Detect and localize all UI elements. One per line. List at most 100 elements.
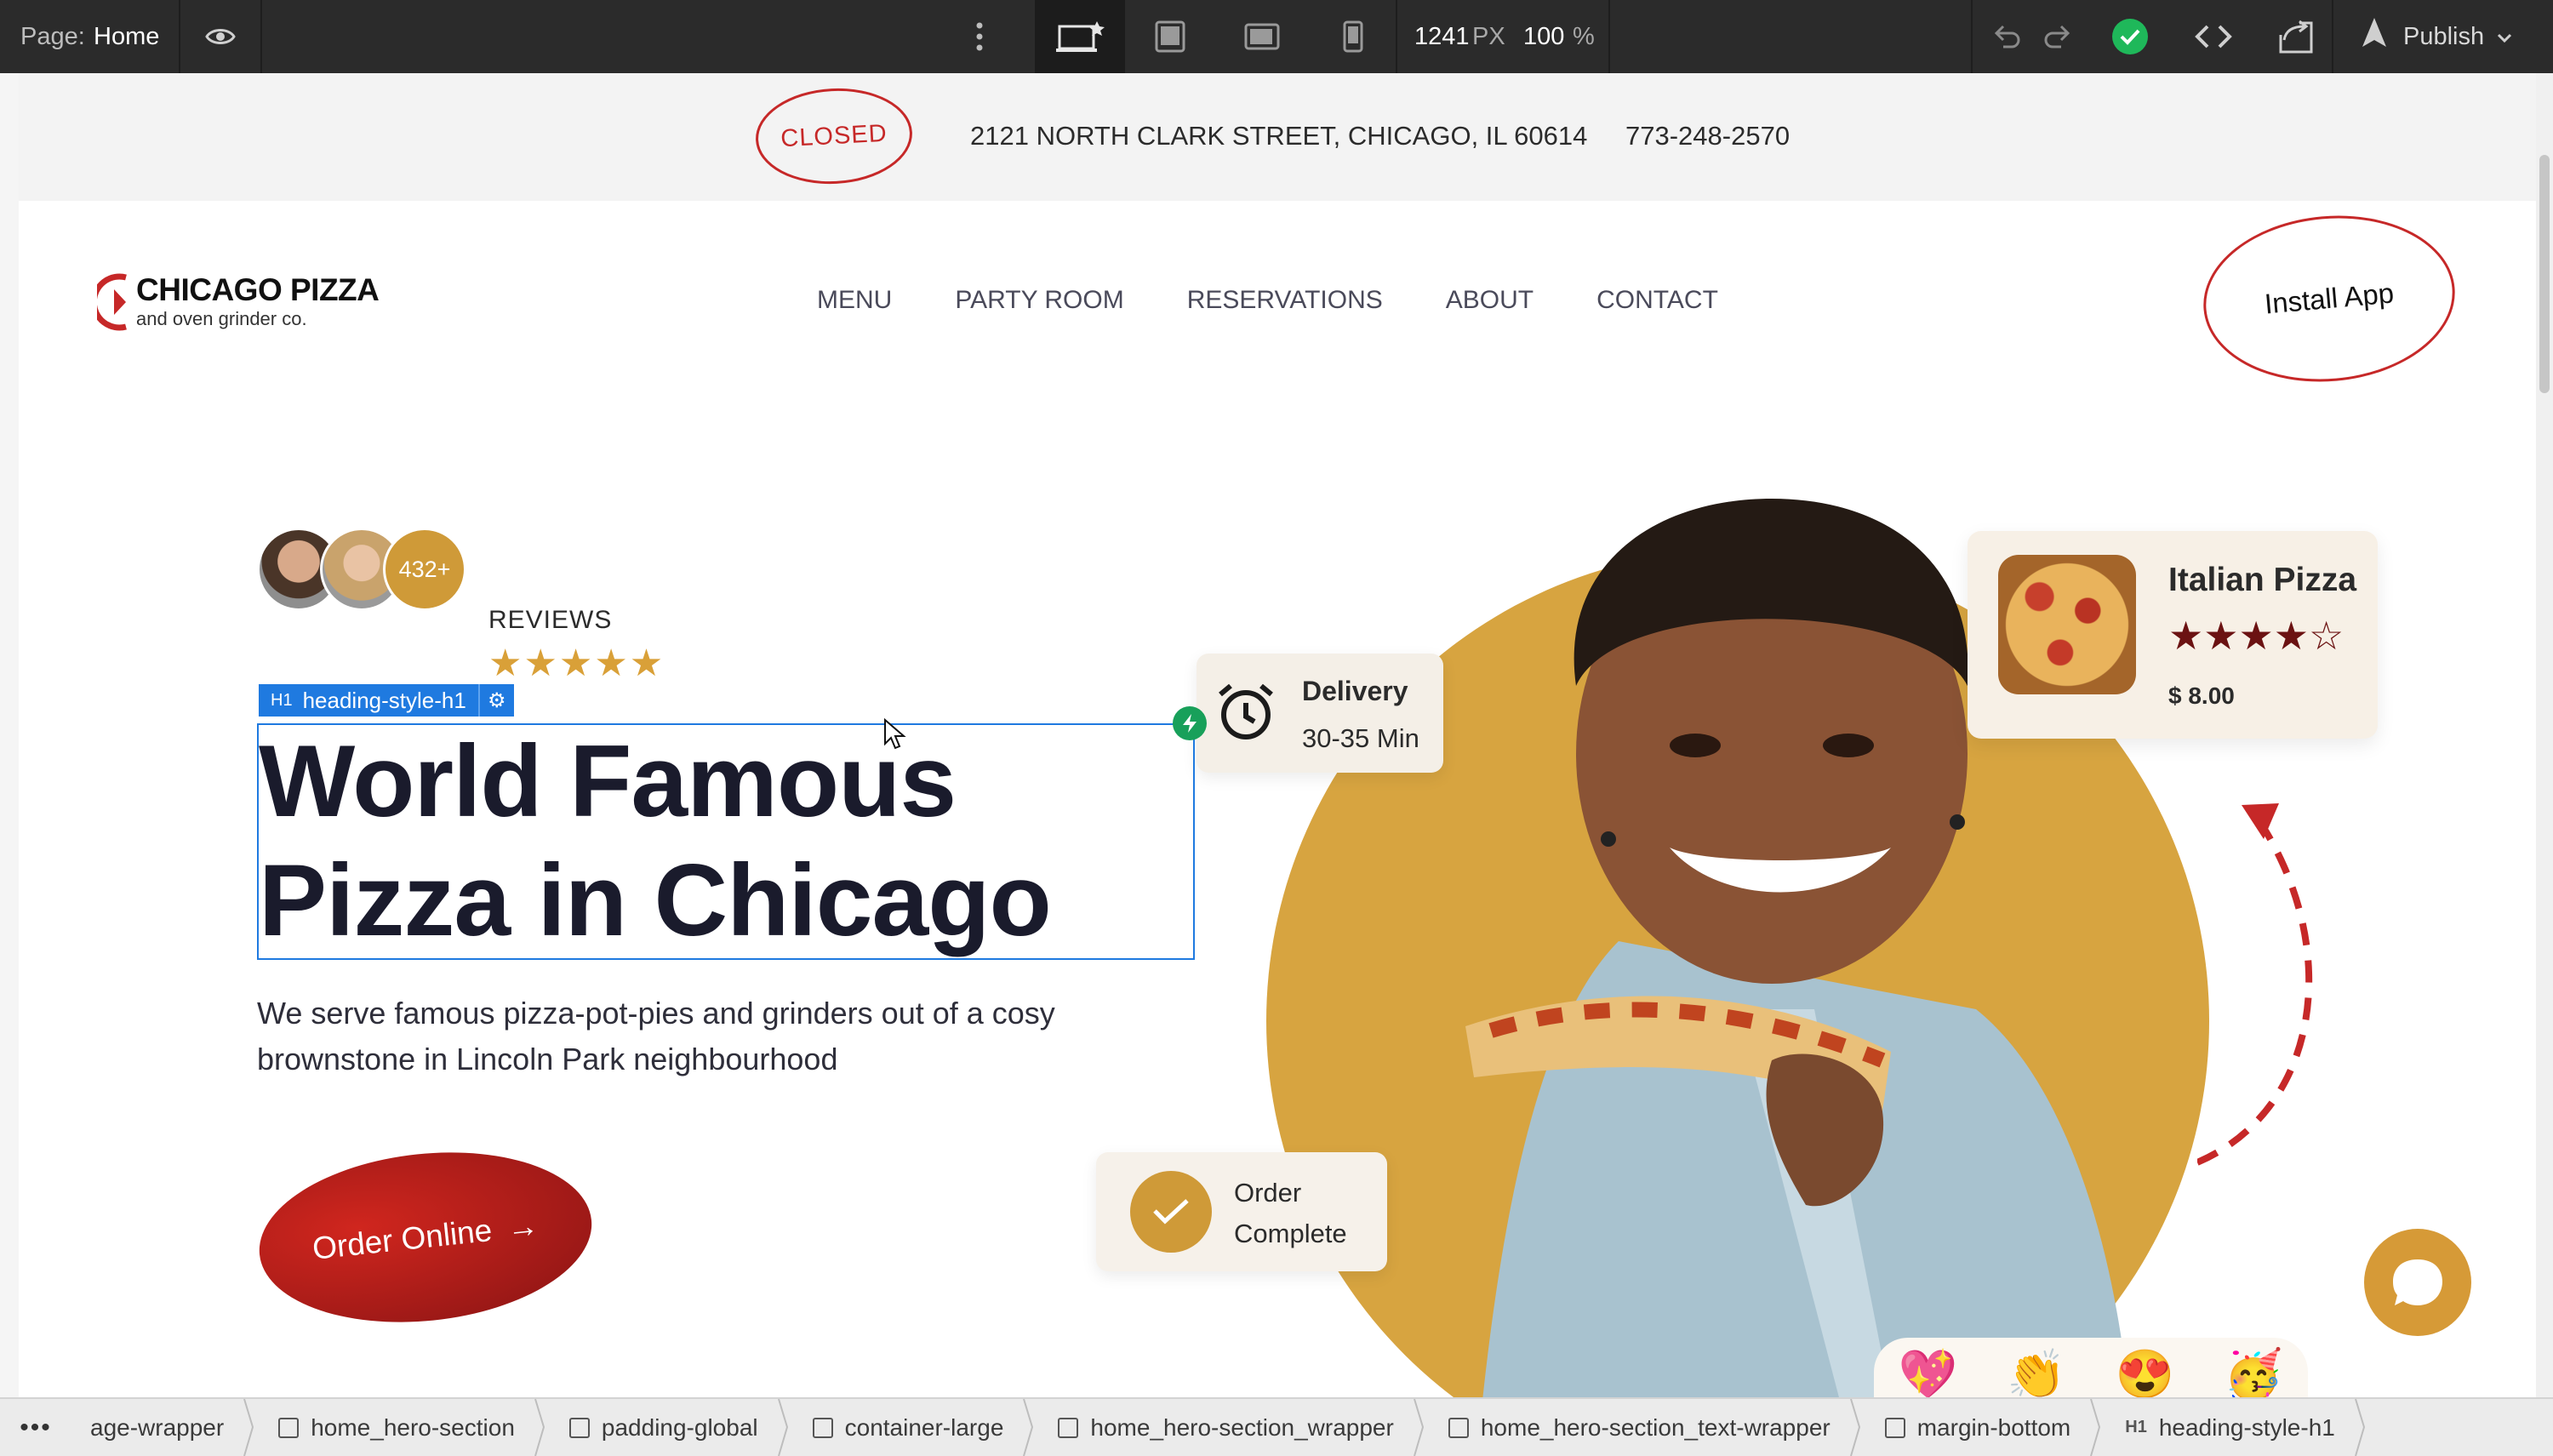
breadcrumb-item[interactable]: home_hero-section_text-wrapper	[1430, 1399, 1849, 1456]
publish-button[interactable]: Publish	[2357, 0, 2513, 73]
div-block-icon	[278, 1417, 300, 1438]
hero-heading-line-2: Pizza in Chicago	[259, 843, 1052, 957]
canvas-width-value[interactable]: 1241	[1414, 0, 1470, 73]
heart-reaction[interactable]: 💖	[1899, 1346, 1958, 1397]
eye-icon[interactable]	[201, 0, 240, 73]
toolbar-divider	[1396, 0, 1397, 73]
div-block-icon	[1058, 1417, 1079, 1438]
more-vertical-icon[interactable]	[975, 0, 984, 73]
breadcrumb-item[interactable]: home_hero-section	[260, 1399, 534, 1456]
selection-class-name: heading-style-h1	[302, 687, 466, 713]
export-icon[interactable]	[2277, 0, 2316, 73]
nav-about[interactable]: ABOUT	[1446, 286, 1534, 315]
editor-toolbar: Page: Home 1241 PX 100 % Publish	[0, 0, 2553, 73]
nav-menu[interactable]: MENU	[817, 286, 892, 315]
breadcrumb-item[interactable]: age-wrapper	[71, 1399, 243, 1456]
product-name: Italian Pizza	[2168, 562, 2357, 598]
nav-reservations[interactable]: RESERVATIONS	[1187, 286, 1383, 315]
canvas-width-unit: PX	[1472, 22, 1505, 50]
breadcrumb-item-current[interactable]: H1 heading-style-h1	[2106, 1399, 2354, 1456]
chevron-right-icon	[1413, 1399, 1430, 1456]
nav-party-room[interactable]: PARTY ROOM	[955, 286, 1123, 315]
div-block-icon	[1884, 1417, 1905, 1438]
chevron-down-icon	[2496, 23, 2513, 51]
canvas-scrollbar[interactable]	[2536, 73, 2553, 1397]
breadcrumb-label: heading-style-h1	[2158, 1413, 2335, 1441]
design-canvas[interactable]: CLOSED 2121 NORTH CLARK STREET, CHICAGO,…	[19, 73, 2536, 1397]
order-online-label: Order Online	[311, 1212, 494, 1266]
breadcrumb-label: age-wrapper	[90, 1413, 225, 1441]
nav-contact[interactable]: CONTACT	[1596, 286, 1718, 315]
hero-heading[interactable]: World Famous Pizza in Chicago	[259, 722, 1052, 960]
logo-tagline: and oven grinder co.	[136, 308, 307, 329]
breadcrumb-item[interactable]: margin-bottom	[1866, 1399, 2090, 1456]
breadcrumb-item[interactable]: padding-global	[551, 1399, 777, 1456]
toolbar-divider	[179, 0, 180, 73]
scrollbar-thumb[interactable]	[2539, 155, 2550, 393]
breadcrumb-item[interactable]: home_hero-section_wrapper	[1039, 1399, 1412, 1456]
breadcrumb-label: container-large	[844, 1413, 1004, 1441]
phone-link[interactable]: 773-248-2570	[1625, 121, 1790, 151]
product-card[interactable]: Italian Pizza ★★★★☆ $ 8.00	[1968, 531, 2378, 739]
dashed-arrow-icon	[2197, 803, 2313, 1166]
logo-name: CHICAGO PIZZA	[136, 272, 380, 307]
lightning-icon[interactable]	[1173, 706, 1207, 740]
div-block-icon	[568, 1417, 590, 1438]
arrow-right-icon: →	[505, 1208, 540, 1246]
site-logo[interactable]: CHICAGO PIZZA and oven grinder co.	[97, 269, 420, 337]
chevron-right-icon	[534, 1399, 551, 1456]
selection-chip[interactable]: H1 heading-style-h1 ⚙	[259, 684, 514, 717]
reaction-bar: 💖 👏 😍 🥳	[1874, 1338, 2308, 1397]
order-complete-card: Order Complete	[1096, 1152, 1387, 1271]
breadcrumb-item[interactable]: container-large	[794, 1399, 1023, 1456]
chevron-right-icon	[2089, 1399, 2106, 1456]
info-bar: CLOSED 2121 NORTH CLARK STREET, CHICAGO,…	[19, 73, 2536, 201]
breadcrumb-label: home_hero-section	[311, 1413, 515, 1441]
zoom-unit: %	[1573, 22, 1595, 50]
check-circle-icon[interactable]	[2110, 0, 2150, 73]
alarm-clock-icon	[1219, 683, 1273, 739]
install-app-button[interactable]: Install App	[2196, 205, 2462, 392]
clap-reaction[interactable]: 👏	[2007, 1346, 2066, 1397]
check-icon	[1130, 1171, 1212, 1253]
tablet-icon[interactable]	[1140, 0, 1200, 73]
chat-bubble-icon	[2393, 1259, 2442, 1305]
publish-label: Publish	[2403, 22, 2485, 50]
redo-icon[interactable]	[2042, 0, 2073, 73]
more-horizontal-icon[interactable]: •••	[0, 1413, 71, 1442]
reviews-count-badge: 432+	[383, 528, 466, 611]
delivery-title: Delivery	[1302, 676, 1408, 706]
tablet-landscape-icon[interactable]	[1232, 0, 1292, 73]
page-selector[interactable]: Home	[94, 0, 159, 73]
chevron-right-icon	[777, 1399, 794, 1456]
pizza-image	[1998, 555, 2136, 694]
hero-subheading: We serve famous pizza-pot-pies and grind…	[257, 996, 1055, 1076]
status-badge: CLOSED	[753, 84, 915, 188]
code-icon[interactable]	[2192, 0, 2235, 73]
phone-icon[interactable]	[1328, 0, 1379, 73]
div-block-icon	[1448, 1417, 1469, 1438]
breadcrumb-label: margin-bottom	[1916, 1413, 2071, 1441]
delivery-time: 30-35 Min	[1302, 723, 1419, 753]
desktop-icon[interactable]	[1035, 0, 1125, 73]
party-reaction[interactable]: 🥳	[2224, 1346, 2283, 1397]
gear-icon[interactable]: ⚙	[477, 684, 514, 717]
canvas-gutter	[0, 73, 20, 1397]
address-text: 2121 NORTH CLARK STREET, CHICAGO, IL 606…	[970, 121, 1588, 151]
undo-icon[interactable]	[1991, 0, 2022, 73]
main-nav: MENU PARTY ROOM RESERVATIONS ABOUT CONTA…	[817, 286, 1718, 315]
order-complete-label: Order Complete	[1234, 1178, 1347, 1248]
hero-heading-line-1: World Famous	[259, 724, 957, 838]
delivery-card: Delivery 30-35 Min	[1197, 654, 1443, 773]
publish-rocket-icon	[2357, 16, 2391, 57]
order-online-button[interactable]: Order Online →	[250, 1137, 601, 1338]
product-rating: ★★★★☆	[2168, 614, 2345, 658]
heart-eyes-reaction[interactable]: 😍	[2116, 1346, 2175, 1397]
chevron-right-icon	[1849, 1399, 1866, 1456]
pizza-logo-icon	[97, 273, 127, 331]
zoom-value[interactable]: 100	[1523, 0, 1564, 73]
selection-tag[interactable]: H1 heading-style-h1	[259, 684, 478, 717]
chevron-right-icon	[243, 1399, 260, 1456]
chat-button[interactable]	[2364, 1229, 2471, 1336]
mouse-cursor-icon	[884, 718, 906, 750]
